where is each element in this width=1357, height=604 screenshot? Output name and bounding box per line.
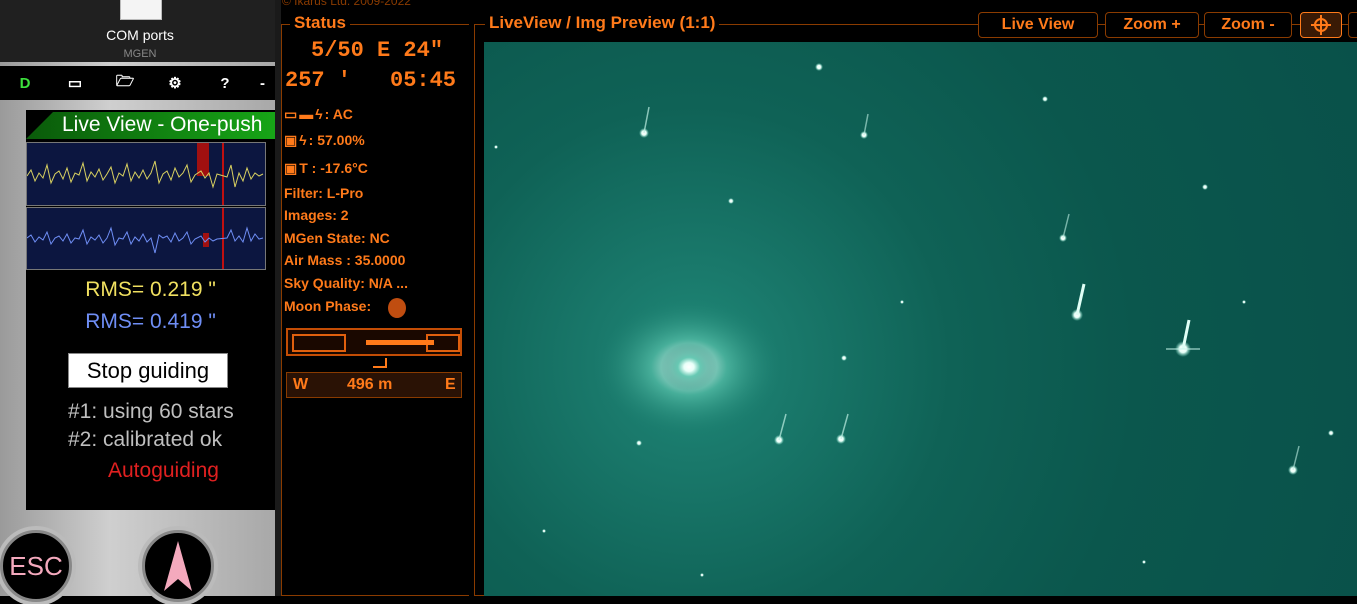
slider-tick bbox=[373, 358, 387, 368]
air-mass: Air Mass : 35.0000 bbox=[284, 252, 406, 268]
gear-icon[interactable]: ⚙ bbox=[150, 74, 200, 92]
dec-graph-trace bbox=[26, 226, 264, 254]
clock-time: 05:45 bbox=[390, 68, 457, 93]
azimuth-value: 257 ' bbox=[285, 68, 352, 93]
crosshair-icon bbox=[1311, 15, 1331, 35]
up-arrow-icon bbox=[164, 541, 192, 591]
power-source: : AC bbox=[324, 106, 353, 122]
star-field bbox=[494, 63, 1334, 577]
dec-error-graph bbox=[26, 207, 266, 270]
zoom-out-button[interactable]: Zoom - bbox=[1204, 12, 1292, 38]
mgen-toolbar: D ▭ 🗁 ⚙ ? - bbox=[0, 66, 275, 100]
liveview-banner-text: Live View - One-push bbox=[62, 113, 263, 136]
lightning-icon: ϟ bbox=[315, 106, 323, 122]
slider-handle[interactable] bbox=[366, 340, 434, 345]
sky-image-preview[interactable] bbox=[484, 42, 1357, 596]
mgen-state: MGen State: NC bbox=[284, 230, 390, 246]
plug-icon: ▬ bbox=[299, 106, 314, 122]
filter-info: Filter: L-Pro bbox=[284, 185, 364, 201]
moon-phase-icon bbox=[388, 298, 406, 318]
dec-rms-value: RMS= 0.419 " bbox=[85, 310, 216, 333]
dec-graph-svg bbox=[26, 208, 264, 269]
liveview-banner: Live View - One-push bbox=[26, 112, 275, 139]
window-icon[interactable]: ▭ bbox=[50, 74, 100, 92]
mount-position: 5/50 E 24" bbox=[311, 38, 444, 63]
d-button[interactable]: D bbox=[0, 75, 50, 92]
slider-left-box[interactable] bbox=[292, 334, 346, 352]
banner-corner bbox=[26, 112, 53, 139]
guiding-state: Autoguiding bbox=[108, 459, 219, 482]
temperature-row: ▣ T : -17.6°C bbox=[284, 160, 368, 177]
galaxy-core bbox=[661, 343, 717, 391]
com-ports-file-icon[interactable] bbox=[120, 0, 162, 20]
folder-icon[interactable]: 🗁 bbox=[100, 71, 150, 96]
west-label: W bbox=[293, 376, 309, 393]
battery-lightning-icon: ϟ bbox=[299, 132, 307, 148]
status-title: Status bbox=[290, 13, 350, 33]
ra-graph-svg bbox=[26, 143, 264, 205]
copyright-text: © Ikarus Ltd. 2009-2022 bbox=[282, 0, 411, 8]
ra-graph-trace bbox=[26, 160, 264, 189]
com-ports-icon-sublabel: MGEN bbox=[123, 48, 157, 60]
up-arrow-button[interactable] bbox=[142, 530, 214, 602]
liveview-title: LiveView / Img Preview (1:1) bbox=[485, 13, 720, 33]
zoom-in-button[interactable]: Zoom + bbox=[1105, 12, 1199, 38]
image-count: Images: 2 bbox=[284, 207, 349, 223]
sky-quality: Sky Quality: N/A ... bbox=[284, 275, 408, 291]
camera-temp-icon: ▣ bbox=[284, 160, 298, 176]
computer-icon: ▭ bbox=[284, 106, 298, 122]
camera-icon: ▣ bbox=[284, 132, 298, 148]
star-count-info: #1: using 60 stars bbox=[68, 400, 234, 423]
esc-button[interactable]: ESC bbox=[0, 530, 72, 602]
crosshair-button[interactable] bbox=[1300, 12, 1342, 38]
calibration-info: #2: calibrated ok bbox=[68, 428, 223, 451]
liveview-button[interactable]: Live View bbox=[978, 12, 1098, 38]
minimize-icon[interactable]: - bbox=[250, 75, 275, 92]
com-ports-icon-label[interactable]: COM ports bbox=[0, 27, 280, 43]
extra-button[interactable] bbox=[1348, 12, 1357, 38]
help-button[interactable]: ? bbox=[200, 75, 250, 92]
temperature-value: T : -17.6°C bbox=[299, 160, 368, 176]
meridian-bar: W 496 m E bbox=[286, 372, 462, 398]
battery-level: : 57.00% bbox=[308, 132, 365, 148]
battery-row: ▣ ϟ: 57.00% bbox=[284, 132, 365, 149]
power-row: ▭ ▬ ϟ: AC bbox=[284, 106, 353, 123]
ra-graph-marker bbox=[197, 143, 209, 176]
east-label: E bbox=[445, 376, 456, 393]
moon-phase-label: Moon Phase: bbox=[284, 298, 372, 314]
meridian-distance: 496 m bbox=[347, 376, 393, 393]
ra-error-graph bbox=[26, 142, 266, 206]
stop-guiding-button[interactable]: Stop guiding bbox=[68, 353, 228, 388]
ra-rms-value: RMS= 0.219 " bbox=[85, 278, 216, 301]
